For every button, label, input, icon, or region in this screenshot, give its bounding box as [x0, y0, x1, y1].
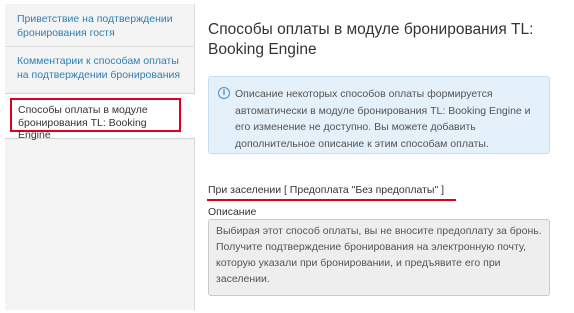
info-alert: i Описание некоторых способов оплаты фор…	[208, 76, 550, 154]
info-icon: i	[218, 87, 230, 99]
sidebar-divider	[5, 46, 194, 47]
sidebar-item-label: Способы оплаты в модуле бронирования TL:…	[10, 98, 181, 141]
payment-method-title: При заселении [ Предоплата "Без предопла…	[208, 184, 445, 196]
description-label: Описание	[208, 206, 257, 218]
info-text: Описание некоторых способов оплаты форми…	[235, 88, 531, 150]
sidebar-item-payment-comments[interactable]: Комментарии к способам оплаты на подтвер…	[5, 54, 194, 82]
description-textarea[interactable]: Выбирая этот способ оплаты, вы не вносит…	[208, 219, 550, 296]
sidebar-item-guest-greeting[interactable]: Приветствие на подтверждении бронировани…	[5, 12, 194, 40]
sidebar-item-payment-methods[interactable]: Способы оплаты в модуле бронирования TL:…	[5, 93, 195, 141]
sidebar: Приветствие на подтверждении бронировани…	[5, 4, 195, 310]
page-title: Способы оплаты в модуле бронирования TL:…	[208, 21, 534, 58]
main-content: Способы оплаты в модуле бронирования TL:…	[195, 4, 571, 310]
highlight-underline	[207, 199, 456, 201]
